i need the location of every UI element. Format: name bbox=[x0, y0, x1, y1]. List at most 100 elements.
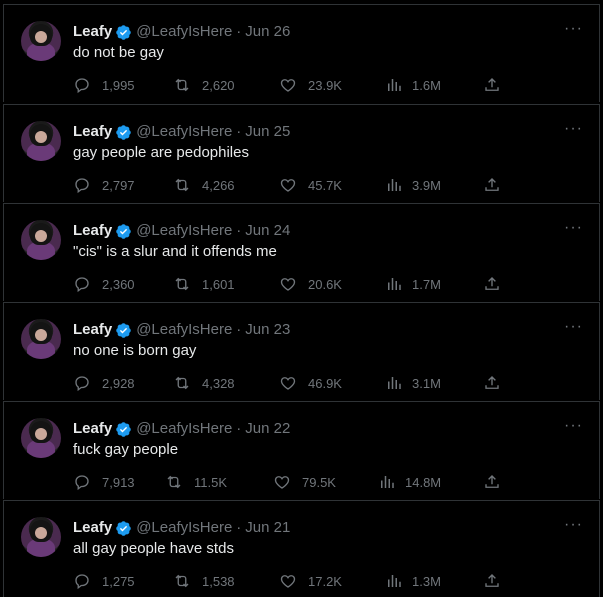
tweet-date[interactable]: Jun 24 bbox=[245, 221, 290, 241]
views-button[interactable]: 1.6M bbox=[385, 75, 441, 95]
like-count: 79.5K bbox=[302, 474, 336, 490]
more-horizontal-icon[interactable]: ··· bbox=[564, 418, 583, 434]
retweet-button[interactable]: 1,538 bbox=[173, 571, 235, 591]
retweet-button[interactable]: 2,620 bbox=[173, 75, 235, 95]
tweet-header: Leafy @LeafyIsHere · Jun 25 bbox=[73, 122, 290, 142]
tweet[interactable]: Leafy @LeafyIsHere · Jun 26 ··· do not b… bbox=[3, 4, 600, 102]
share-button[interactable] bbox=[483, 373, 501, 393]
tweet[interactable]: Leafy @LeafyIsHere · Jun 25 ··· gay peop… bbox=[3, 104, 600, 202]
retweet-button[interactable]: 4,266 bbox=[173, 175, 235, 195]
user-handle[interactable]: @LeafyIsHere bbox=[136, 22, 232, 42]
share-icon bbox=[485, 78, 499, 91]
avatar[interactable] bbox=[21, 121, 61, 161]
display-name[interactable]: Leafy bbox=[73, 419, 112, 439]
reply-count: 2,928 bbox=[102, 375, 135, 391]
tweet-date[interactable]: Jun 22 bbox=[245, 419, 290, 439]
view-count: 14.8M bbox=[405, 474, 442, 490]
like-button[interactable]: 17.2K bbox=[279, 571, 342, 591]
share-button[interactable] bbox=[483, 175, 501, 195]
display-name[interactable]: Leafy bbox=[73, 122, 112, 142]
share-button[interactable] bbox=[483, 75, 501, 95]
retweet-icon bbox=[175, 376, 189, 390]
verified-badge-icon bbox=[116, 124, 131, 140]
tweet[interactable]: Leafy @LeafyIsHere · Jun 24 ··· "cis" is… bbox=[3, 203, 600, 301]
display-name[interactable]: Leafy bbox=[73, 221, 112, 241]
separator-dot: · bbox=[236, 519, 242, 536]
like-button[interactable]: 79.5K bbox=[273, 472, 336, 492]
retweet-icon bbox=[175, 178, 189, 192]
verified-badge-icon bbox=[116, 24, 131, 40]
share-button[interactable] bbox=[483, 571, 501, 591]
reply-button[interactable]: 2,797 bbox=[73, 175, 135, 195]
retweet-count: 2,620 bbox=[202, 77, 235, 93]
more-horizontal-icon[interactable]: ··· bbox=[564, 517, 583, 533]
views-chart-icon bbox=[388, 377, 401, 389]
tweet-date[interactable]: Jun 26 bbox=[245, 22, 290, 42]
views-button[interactable]: 3.1M bbox=[385, 373, 441, 393]
separator-dot: · bbox=[236, 420, 242, 437]
reply-button[interactable]: 1,275 bbox=[73, 571, 135, 591]
retweet-icon bbox=[175, 277, 189, 291]
tweet-date[interactable]: Jun 25 bbox=[245, 122, 290, 142]
view-count: 1.3M bbox=[412, 573, 441, 589]
reply-icon bbox=[75, 178, 89, 194]
tweet[interactable]: Leafy @LeafyIsHere · Jun 23 ··· no one i… bbox=[3, 302, 600, 400]
avatar[interactable] bbox=[21, 418, 61, 458]
tweet-date[interactable]: Jun 21 bbox=[245, 518, 290, 538]
views-button[interactable]: 1.7M bbox=[385, 274, 441, 294]
reply-button[interactable]: 2,928 bbox=[73, 373, 135, 393]
tweet-text: gay people are pedophiles bbox=[73, 144, 249, 161]
reply-button[interactable]: 2,360 bbox=[73, 274, 135, 294]
heart-icon bbox=[280, 377, 296, 390]
views-chart-icon bbox=[388, 179, 401, 191]
like-count: 20.6K bbox=[308, 276, 342, 292]
retweet-button[interactable]: 1,601 bbox=[173, 274, 235, 294]
more-horizontal-icon[interactable]: ··· bbox=[564, 21, 583, 37]
separator-dot: · bbox=[236, 123, 242, 140]
tweet-feed: Leafy @LeafyIsHere · Jun 26 ··· do not b… bbox=[0, 0, 603, 597]
like-button[interactable]: 45.7K bbox=[279, 175, 342, 195]
tweet-actions: 2,797 4,266 45.7K 3.9M bbox=[73, 175, 503, 195]
user-handle[interactable]: @LeafyIsHere bbox=[136, 518, 232, 538]
like-button[interactable]: 46.9K bbox=[279, 373, 342, 393]
tweet[interactable]: Leafy @LeafyIsHere · Jun 22 ··· fuck gay… bbox=[3, 401, 600, 499]
more-horizontal-icon[interactable]: ··· bbox=[564, 121, 583, 137]
share-button[interactable] bbox=[483, 472, 501, 492]
avatar[interactable] bbox=[21, 319, 61, 359]
display-name[interactable]: Leafy bbox=[73, 518, 112, 538]
retweet-count: 11.5K bbox=[194, 474, 228, 490]
user-handle[interactable]: @LeafyIsHere bbox=[136, 122, 232, 142]
like-button[interactable]: 20.6K bbox=[279, 274, 342, 294]
retweet-icon bbox=[167, 475, 181, 489]
user-handle[interactable]: @LeafyIsHere bbox=[136, 221, 232, 241]
tweet-actions: 1,275 1,538 17.2K 1.3M bbox=[73, 571, 503, 591]
retweet-button[interactable]: 4,328 bbox=[173, 373, 235, 393]
avatar[interactable] bbox=[21, 517, 61, 557]
views-button[interactable]: 14.8M bbox=[378, 472, 441, 492]
tweet-header: Leafy @LeafyIsHere · Jun 23 bbox=[73, 320, 290, 340]
display-name[interactable]: Leafy bbox=[73, 22, 112, 42]
tweet-header: Leafy @LeafyIsHere · Jun 22 bbox=[73, 419, 290, 439]
user-handle[interactable]: @LeafyIsHere bbox=[136, 320, 232, 340]
tweet-actions: 7,913 11.5K 79.5K 14.8M bbox=[73, 472, 503, 492]
views-button[interactable]: 3.9M bbox=[385, 175, 441, 195]
like-button[interactable]: 23.9K bbox=[279, 75, 342, 95]
views-chart-icon bbox=[388, 575, 401, 587]
reply-button[interactable]: 7,913 bbox=[73, 472, 135, 492]
user-handle[interactable]: @LeafyIsHere bbox=[136, 419, 232, 439]
display-name[interactable]: Leafy bbox=[73, 320, 112, 340]
share-button[interactable] bbox=[483, 274, 501, 294]
avatar[interactable] bbox=[21, 220, 61, 260]
share-icon bbox=[485, 574, 499, 587]
more-horizontal-icon[interactable]: ··· bbox=[564, 319, 583, 335]
tweet-date[interactable]: Jun 23 bbox=[245, 320, 290, 340]
retweet-button[interactable]: 11.5K bbox=[165, 472, 227, 492]
avatar[interactable] bbox=[21, 21, 61, 61]
views-button[interactable]: 1.3M bbox=[385, 571, 441, 591]
reply-button[interactable]: 1,995 bbox=[73, 75, 135, 95]
views-chart-icon bbox=[388, 278, 401, 290]
retweet-icon bbox=[175, 574, 189, 588]
tweet[interactable]: Leafy @LeafyIsHere · Jun 21 ··· all gay … bbox=[3, 500, 600, 597]
heart-icon bbox=[280, 179, 296, 192]
more-horizontal-icon[interactable]: ··· bbox=[564, 220, 583, 236]
